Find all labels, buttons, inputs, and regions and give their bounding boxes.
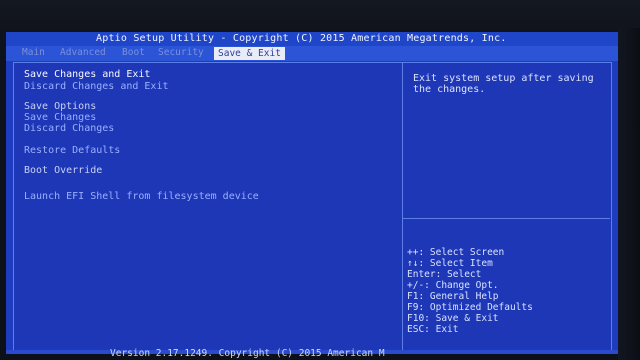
tab-boot[interactable]: Boot bbox=[122, 47, 145, 58]
menu-launch-efi-shell[interactable]: Launch EFI Shell from filesystem device bbox=[24, 191, 259, 202]
key-esc-exit: ESC: Exit bbox=[407, 324, 459, 335]
section-save-options: Save Options bbox=[24, 101, 97, 112]
key-optimized-defaults: F9: Optimized Defaults bbox=[407, 302, 533, 313]
main-menu-panel: Save Changes and Exit Discard Changes an… bbox=[13, 62, 403, 352]
help-panel: Exit system setup after saving the chang… bbox=[402, 62, 612, 352]
help-description: Exit system setup after saving the chang… bbox=[413, 73, 594, 95]
tab-security[interactable]: Security bbox=[158, 47, 204, 58]
menu-restore-defaults[interactable]: Restore Defaults bbox=[24, 145, 120, 156]
key-change-opt: +/-: Change Opt. bbox=[407, 280, 499, 291]
photo-background: Aptio Setup Utility - Copyright (C) 2015… bbox=[0, 0, 640, 360]
key-select-screen: ++: Select Screen bbox=[407, 247, 505, 258]
tab-save-exit[interactable]: Save & Exit bbox=[214, 47, 285, 60]
key-save-exit: F10: Save & Exit bbox=[407, 313, 499, 324]
version-footer: Version 2.17.1249. Copyright (C) 2015 Am… bbox=[110, 348, 385, 359]
menu-save-changes-and-exit[interactable]: Save Changes and Exit bbox=[24, 69, 150, 80]
tab-bar: Main Advanced Boot Security Save & Exit bbox=[6, 46, 618, 61]
menu-discard-changes[interactable]: Discard Changes bbox=[24, 123, 114, 134]
tab-main[interactable]: Main bbox=[22, 47, 45, 58]
key-enter-select: Enter: Select bbox=[407, 269, 482, 280]
section-boot-override: Boot Override bbox=[24, 165, 103, 176]
app-title: Aptio Setup Utility - Copyright (C) 2015… bbox=[96, 33, 507, 44]
menu-discard-changes-and-exit[interactable]: Discard Changes and Exit bbox=[24, 81, 169, 92]
monitor-frame-top bbox=[0, 0, 640, 32]
help-divider bbox=[402, 218, 610, 219]
key-general-help: F1: General Help bbox=[407, 291, 499, 302]
bios-screen: Aptio Setup Utility - Copyright (C) 2015… bbox=[6, 32, 618, 354]
tab-advanced[interactable]: Advanced bbox=[60, 47, 106, 58]
monitor-frame-right bbox=[618, 28, 640, 360]
menu-save-changes[interactable]: Save Changes bbox=[24, 112, 96, 123]
key-select-item: ↑↓: Select Item bbox=[407, 258, 493, 269]
